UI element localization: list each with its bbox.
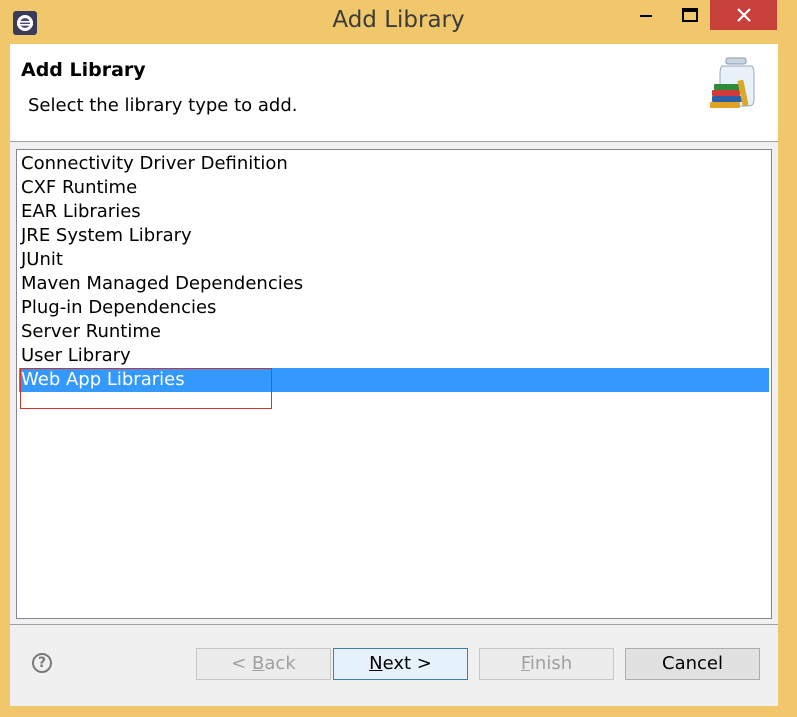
library-type-list[interactable]: Connectivity Driver Definition CXF Runti…: [16, 149, 772, 619]
next-button[interactable]: Next >: [333, 648, 468, 680]
list-item[interactable]: User Library: [19, 344, 769, 368]
next-button-mnemonic: N: [369, 653, 383, 674]
title-bar[interactable]: Add Library: [0, 0, 797, 44]
back-button-prefix: <: [231, 653, 253, 674]
finish-button-label: inish: [529, 653, 573, 674]
help-icon: ?: [37, 655, 47, 671]
finish-button-mnemonic: F: [520, 653, 530, 674]
page-description: Select the library type to add.: [28, 95, 298, 116]
finish-button[interactable]: Finish: [479, 648, 614, 680]
list-item[interactable]: Maven Managed Dependencies: [19, 272, 769, 296]
list-item[interactable]: Plug-in Dependencies: [19, 296, 769, 320]
maximize-button[interactable]: [667, 0, 713, 30]
maximize-icon: [682, 8, 698, 22]
next-button-label: ext >: [382, 653, 432, 674]
cancel-button[interactable]: Cancel: [625, 648, 760, 680]
back-button-label: ack: [264, 653, 296, 674]
wizard-header: Add Library Select the library type to a…: [10, 44, 778, 142]
page-title: Add Library: [21, 59, 146, 81]
dialog-client-area: Add Library Select the library type to a…: [10, 44, 778, 706]
footer-separator: [10, 624, 778, 625]
list-item[interactable]: JRE System Library: [19, 224, 769, 248]
minimize-button[interactable]: [623, 0, 669, 30]
help-button[interactable]: ?: [32, 653, 52, 673]
back-button[interactable]: < Back: [196, 648, 331, 680]
list-item[interactable]: Connectivity Driver Definition: [19, 152, 769, 176]
minimize-icon: [640, 15, 652, 17]
list-item[interactable]: Server Runtime: [19, 320, 769, 344]
list-item[interactable]: EAR Libraries: [19, 200, 769, 224]
list-item[interactable]: CXF Runtime: [19, 176, 769, 200]
list-item[interactable]: JUnit: [19, 248, 769, 272]
library-jar-books-icon: [708, 56, 760, 110]
back-button-mnemonic: B: [252, 653, 265, 674]
close-button[interactable]: [710, 0, 777, 30]
dialog-window: Add Library Add Library Select the libra…: [0, 0, 797, 717]
close-icon: [736, 8, 751, 22]
highlight-annotation-box: [20, 368, 272, 409]
